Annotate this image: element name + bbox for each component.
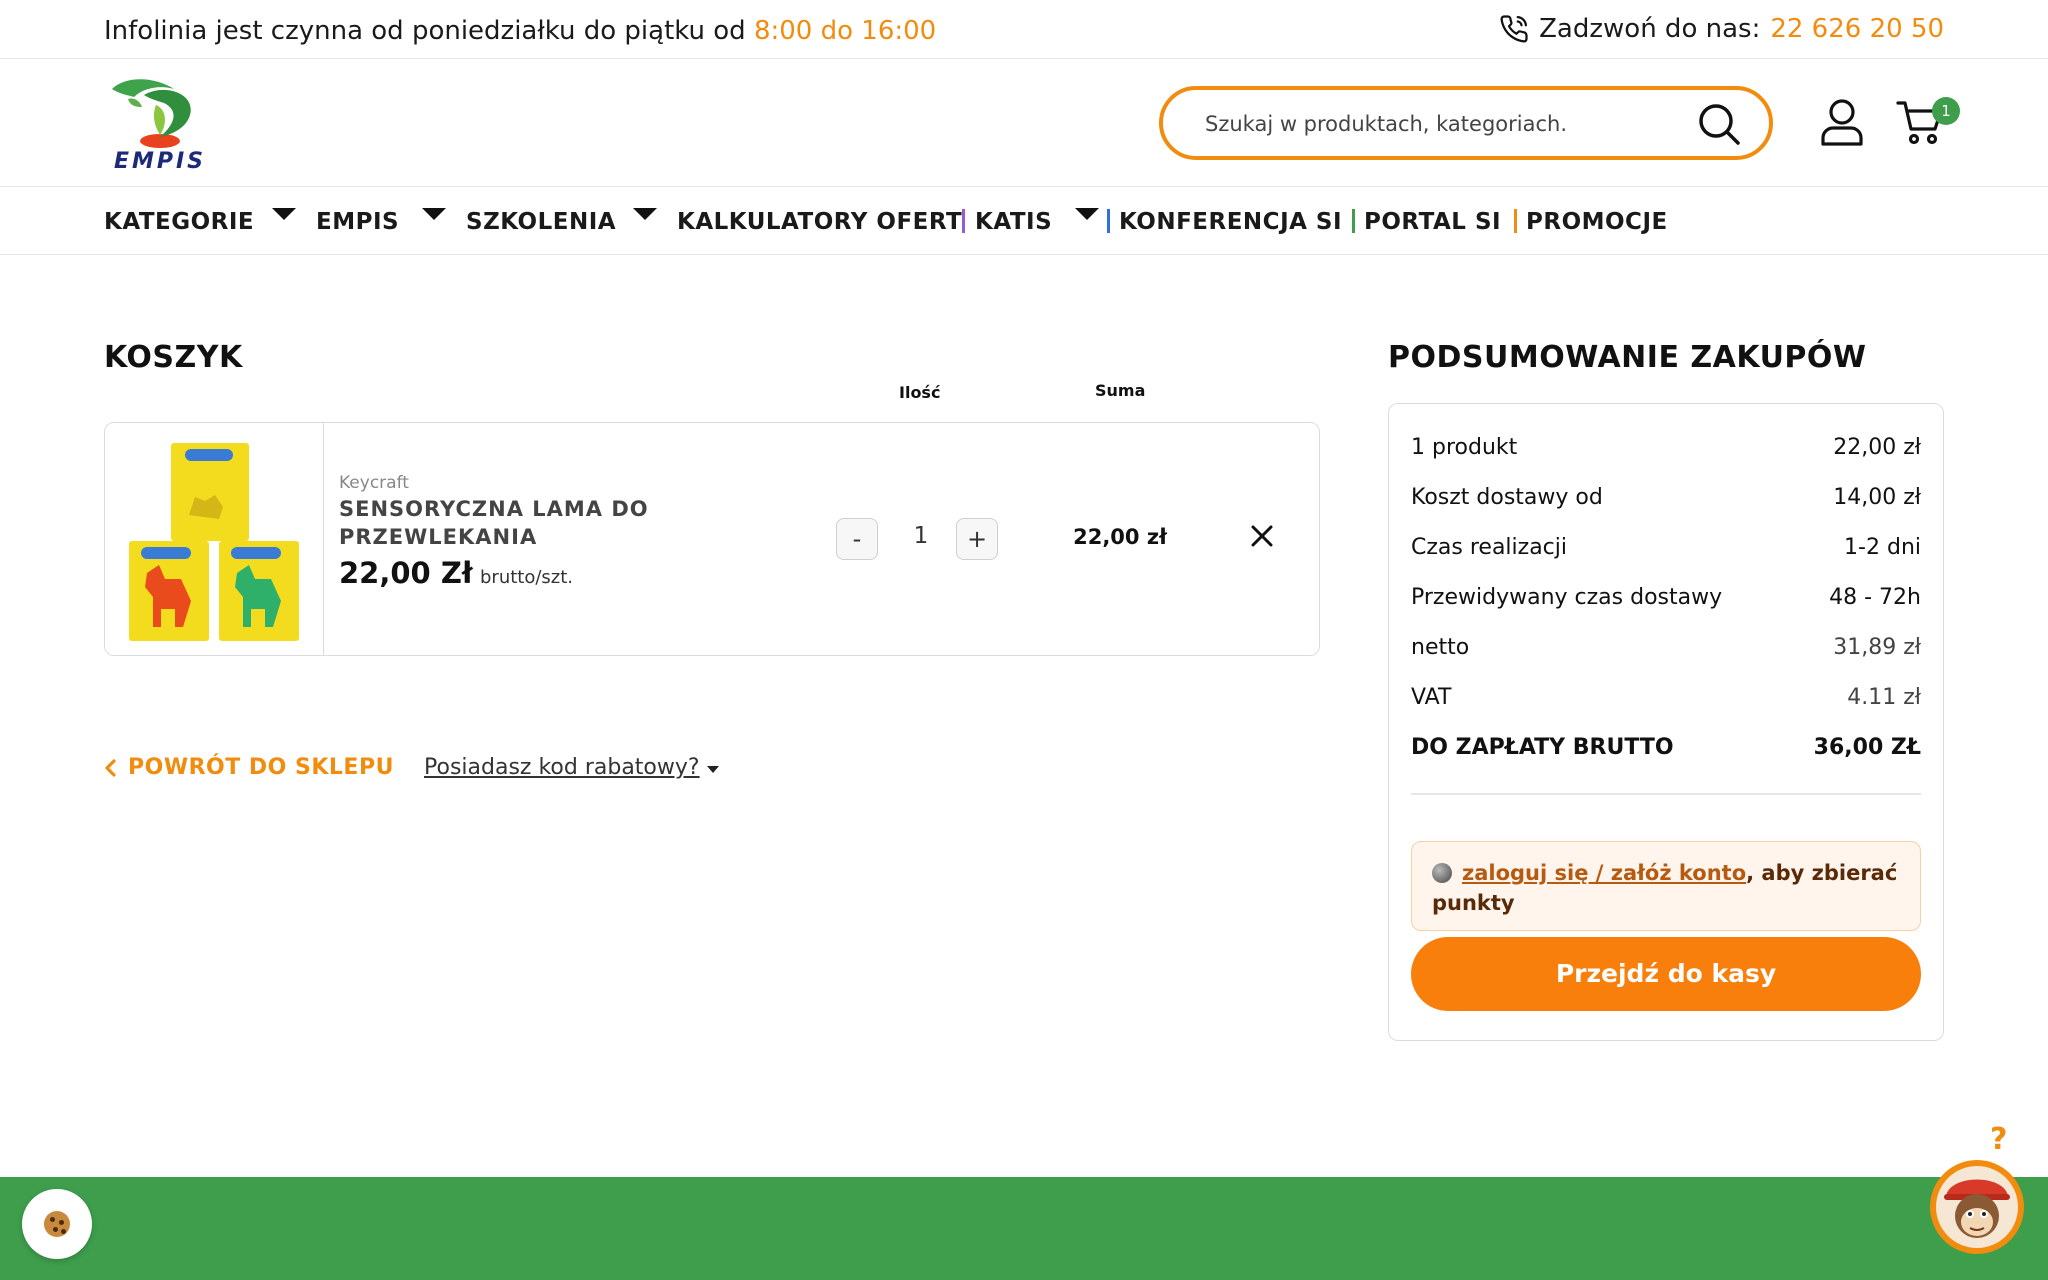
close-icon[interactable] <box>1247 521 1277 551</box>
chat-assistant-button[interactable] <box>1930 1160 2024 1254</box>
chevron-left-icon <box>105 758 116 777</box>
summary-label: Koszt dostawy od <box>1411 485 1603 510</box>
back-to-shop-link[interactable]: POWRÓT DO SKLEPU <box>104 755 394 780</box>
chevron-down-icon[interactable] <box>633 208 657 220</box>
summary-value: 14,00 zł <box>1833 485 1921 510</box>
cookie-settings-button[interactable] <box>22 1189 92 1259</box>
quantity-decrease-button[interactable]: - <box>836 518 878 560</box>
summary-line-vat: VAT 4.11 zł <box>1411 685 1921 710</box>
nav-item-konferencja-si[interactable]: KONFERENCJA SI <box>1119 209 1342 235</box>
top-info-bar: Infolinia jest czynna od poniedziałku do… <box>0 0 2048 59</box>
logo-text: EMPIS <box>113 149 207 174</box>
checkout-button[interactable]: Przejdź do kasy <box>1411 937 1921 1011</box>
summary-title: PODSUMOWANIE ZAKUPÓW <box>1388 340 1867 375</box>
nav-divider <box>1514 209 1517 233</box>
cart-count-badge[interactable]: 1 <box>1932 97 1960 125</box>
summary-divider <box>1411 793 1921 795</box>
nav-item-kategorie[interactable]: KATEGORIE <box>104 209 254 235</box>
summary-label: netto <box>1411 635 1470 660</box>
loyalty-points-notice: zaloguj się / załóż konto, aby zbierać p… <box>1411 841 1921 931</box>
summary-label: Przewidywany czas dostawy <box>1411 585 1723 610</box>
cookie-icon <box>44 1211 70 1237</box>
phone-icon <box>1500 15 1528 43</box>
nav-divider <box>1352 209 1355 233</box>
user-icon[interactable] <box>1820 98 1864 146</box>
mascot-icon <box>1936 1166 2018 1248</box>
summary-value: 22,00 zł <box>1833 435 1921 460</box>
nav-item-portal-si[interactable]: PORTAL SI <box>1364 209 1501 235</box>
cart-item-row: Keycraft SENSORYCZNA LAMA DO PRZEWLEKANI… <box>104 422 1320 656</box>
login-register-link[interactable]: zaloguj się / załóż konto <box>1462 861 1746 885</box>
summary-value: 31,89 zł <box>1833 635 1921 660</box>
helpline-text: Infolinia jest czynna od poniedziałku do… <box>104 16 754 46</box>
summary-value: 4.11 zł <box>1847 685 1921 710</box>
search-bar[interactable] <box>1159 86 1773 160</box>
column-header-sum: Suma <box>1095 381 1146 400</box>
help-question-mark[interactable]: ? <box>1990 1122 2007 1157</box>
product-brand: Keycraft <box>339 473 409 493</box>
empis-logo[interactable]: EMPIS <box>104 75 216 175</box>
logo-mark-icon <box>112 79 191 148</box>
nav-item-szkolenia[interactable]: SZKOLENIA <box>466 209 616 235</box>
helpline-hours: 8:00 do 16:00 <box>753 16 937 46</box>
helpline-info: Infolinia jest czynna od poniedziałku do… <box>104 16 936 46</box>
coupon-toggle-link[interactable]: Posiadasz kod rabatowy? <box>424 755 700 780</box>
coin-icon <box>1432 863 1452 883</box>
product-price: 22,00 Zł <box>339 556 473 590</box>
nav-item-katis[interactable]: KATIS <box>975 209 1052 235</box>
nav-divider <box>962 209 965 233</box>
footer-band <box>0 1177 2048 1280</box>
quantity-increase-button[interactable]: + <box>956 518 998 560</box>
nav-item-empis[interactable]: EMPIS <box>316 209 399 235</box>
summary-value: 48 - 72h <box>1829 585 1921 610</box>
price-unit: brutto/szt. <box>480 567 574 588</box>
summary-value: 1-2 dni <box>1844 535 1921 560</box>
summary-label: VAT <box>1411 685 1452 710</box>
nav-item-kalkulatory-ofert[interactable]: KALKULATORY OFERT <box>677 209 962 235</box>
summary-line-fulfilment-time: Czas realizacji 1-2 dni <box>1411 535 1921 560</box>
summary-label: 1 produkt <box>1411 435 1518 460</box>
summary-line-delivery-time: Przewidywany czas dostawy 48 - 72h <box>1411 585 1921 610</box>
row-sum: 22,00 zł <box>1073 525 1167 549</box>
search-icon[interactable] <box>1697 102 1741 146</box>
summary-line-total: DO ZAPŁATY BRUTTO 36,00 ZŁ <box>1411 735 1921 760</box>
summary-line-net: netto 31,89 zł <box>1411 635 1921 660</box>
chevron-down-icon[interactable] <box>422 208 446 220</box>
nav-divider <box>1107 209 1110 233</box>
chevron-down-icon[interactable] <box>1075 208 1099 220</box>
quantity-value[interactable]: 1 <box>905 523 937 549</box>
chevron-down-icon[interactable] <box>272 208 296 220</box>
chevron-down-icon[interactable] <box>707 766 719 773</box>
phone-number[interactable]: 22 626 20 50 <box>1770 14 1944 44</box>
summary-label: Czas realizacji <box>1411 535 1567 560</box>
search-input[interactable] <box>1205 108 1665 140</box>
order-summary-panel: 1 produkt 22,00 zł Koszt dostawy od 14,0… <box>1388 403 1944 1041</box>
product-thumbnail[interactable] <box>105 423 324 655</box>
site-header: EMPIS 1 <box>0 59 2048 187</box>
cart-title: KOSZYK <box>104 340 243 375</box>
main-nav: KATEGORIE EMPIS SZKOLENIA KALKULATORY OF… <box>0 187 2048 255</box>
summary-value: 36,00 ZŁ <box>1813 735 1921 760</box>
summary-line-delivery-cost: Koszt dostawy od 14,00 zł <box>1411 485 1921 510</box>
product-name[interactable]: SENSORYCZNA LAMA DO PRZEWLEKANIA <box>339 495 699 551</box>
product-image <box>129 443 299 641</box>
nav-item-promocje[interactable]: PROMOCJE <box>1526 209 1668 235</box>
summary-line-products: 1 produkt 22,00 zł <box>1411 435 1921 460</box>
column-header-quantity: Ilość <box>899 383 941 402</box>
summary-label: DO ZAPŁATY BRUTTO <box>1411 735 1674 760</box>
call-label: Zadzwoń do nas: <box>1539 14 1761 44</box>
back-to-shop-label: POWRÓT DO SKLEPU <box>128 755 394 780</box>
phone-contact[interactable]: Zadzwoń do nas: 22 626 20 50 <box>1499 14 1944 44</box>
